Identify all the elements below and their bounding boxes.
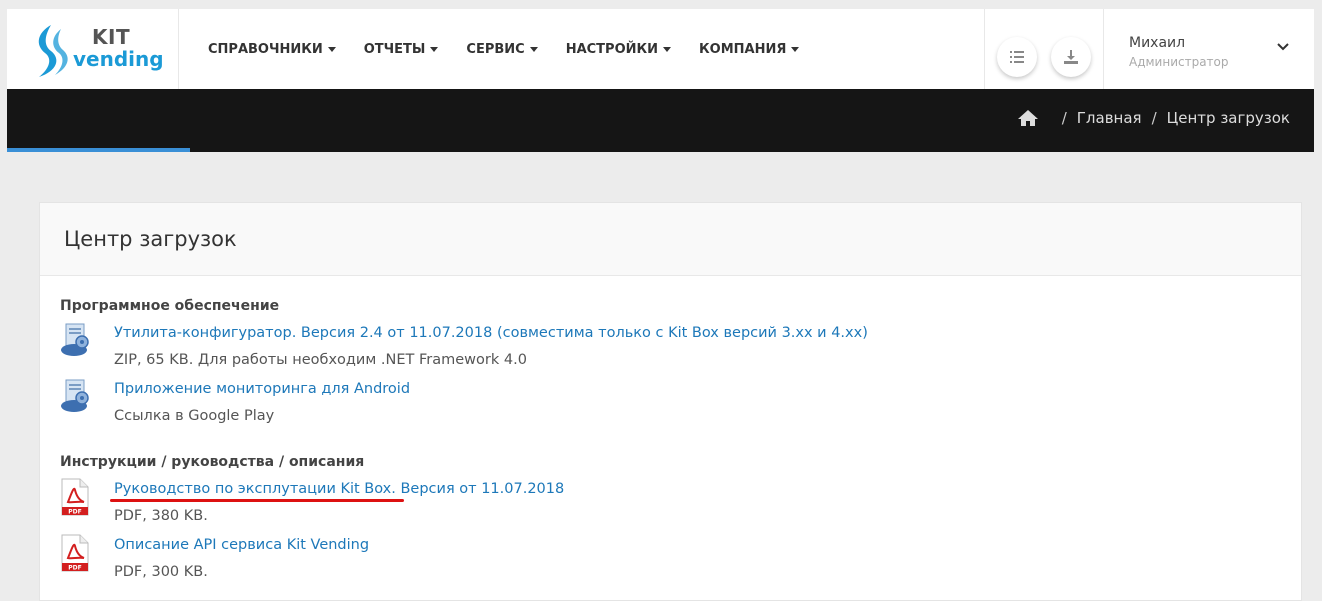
nav-label: СЕРВИС bbox=[466, 41, 525, 57]
user-name[interactable]: Михаил bbox=[1129, 35, 1185, 51]
item-description: PDF, 300 KB. bbox=[114, 564, 208, 580]
download-link[interactable]: Описание API сервиса Kit Vending bbox=[114, 535, 369, 555]
nav-label: КОМПАНИЯ bbox=[699, 41, 787, 57]
list-item: Приложение мониторинга для Android Ссылк… bbox=[60, 378, 1301, 434]
card-header: Центр загрузок bbox=[40, 203, 1301, 276]
list-icon bbox=[1010, 51, 1024, 63]
breadcrumb-separator: / bbox=[1151, 109, 1157, 127]
pdf-icon: PDF bbox=[61, 534, 89, 572]
download-link[interactable]: Руководство по эксплутации Kit Box. Верс… bbox=[114, 479, 564, 499]
breadcrumb: / Главная / Центр загрузок bbox=[1017, 109, 1290, 127]
download-link[interactable]: Утилита-конфигуратор. Версия 2.4 от 11.0… bbox=[114, 323, 868, 343]
breadcrumb-separator: / bbox=[1061, 109, 1067, 127]
section-software: Программное обеспечение Утилита-конфигур… bbox=[60, 298, 1301, 434]
main-menu: СПРАВОЧНИКИ ОТЧЕТЫ СЕРВИС НАСТРОЙКИ КОМП… bbox=[208, 9, 827, 89]
list-item: PDF Руководство по эксплутации Kit Box. … bbox=[60, 478, 1301, 534]
caret-down-icon bbox=[430, 46, 439, 52]
item-description: ZIP, 65 KB. Для работы необходим .NET Fr… bbox=[114, 352, 527, 368]
nav-label: ОТЧЕТЫ bbox=[363, 41, 426, 57]
setup-icon bbox=[61, 323, 89, 356]
breadcrumb-bar: / Главная / Центр загрузок bbox=[7, 89, 1314, 152]
breadcrumb-current: Центр загрузок bbox=[1166, 109, 1290, 127]
nav-directories[interactable]: СПРАВОЧНИКИ bbox=[208, 42, 336, 57]
active-indicator bbox=[7, 148, 190, 152]
logo[interactable]: KIT vending bbox=[29, 21, 169, 81]
page-title: Центр загрузок bbox=[64, 227, 237, 251]
section-title: Инструкции / руководства / описания bbox=[60, 454, 365, 470]
annotation-underline bbox=[110, 499, 404, 502]
breadcrumb-home[interactable]: Главная bbox=[1077, 109, 1142, 127]
list-item: Утилита-конфигуратор. Версия 2.4 от 11.0… bbox=[60, 322, 1301, 378]
section-title: Программное обеспечение bbox=[60, 298, 280, 314]
section-manuals: Инструкции / руководства / описания PDF … bbox=[60, 454, 1301, 590]
svg-text:PDF: PDF bbox=[68, 565, 81, 572]
logo-swirl-icon bbox=[38, 25, 68, 77]
divider bbox=[178, 9, 179, 89]
download-link[interactable]: Приложение мониторинга для Android bbox=[114, 379, 410, 399]
download-icon bbox=[1064, 50, 1078, 64]
chevron-down-icon bbox=[1277, 43, 1289, 51]
caret-down-icon bbox=[791, 46, 800, 52]
nav-label: СПРАВОЧНИКИ bbox=[208, 41, 323, 57]
item-description: PDF, 380 KB. bbox=[114, 508, 208, 524]
card-body: Программное обеспечение Утилита-конфигур… bbox=[40, 276, 1301, 590]
nav-reports[interactable]: ОТЧЕТЫ bbox=[364, 42, 439, 57]
user-role: Администратор bbox=[1129, 55, 1229, 69]
list-button[interactable] bbox=[997, 37, 1037, 77]
user-menu-chevron[interactable] bbox=[1277, 39, 1289, 55]
logo-vending-text: vending bbox=[73, 47, 164, 71]
home-icon[interactable] bbox=[1017, 109, 1038, 127]
nav-settings[interactable]: НАСТРОЙКИ bbox=[565, 41, 672, 57]
caret-down-icon bbox=[663, 46, 672, 52]
top-navbar: KIT vending СПРАВОЧНИКИ ОТЧЕТЫ СЕРВИС НА… bbox=[7, 9, 1314, 89]
setup-icon bbox=[61, 379, 89, 412]
divider bbox=[1103, 9, 1104, 89]
downloads-button[interactable] bbox=[1051, 37, 1091, 77]
list-item: PDF Описание API сервиса Kit Vending PDF… bbox=[60, 534, 1301, 590]
pdf-icon: PDF bbox=[61, 478, 89, 516]
nav-company[interactable]: КОМПАНИЯ bbox=[699, 41, 800, 57]
logo-kit-text: KIT bbox=[92, 25, 131, 49]
nav-service[interactable]: СЕРВИС bbox=[466, 41, 538, 57]
nav-label: НАСТРОЙКИ bbox=[565, 41, 659, 57]
downloads-card: Центр загрузок Программное обеспечение У… bbox=[39, 202, 1302, 601]
svg-text:PDF: PDF bbox=[68, 509, 81, 516]
caret-down-icon bbox=[327, 46, 336, 52]
caret-down-icon bbox=[529, 46, 538, 52]
item-description: Ссылка в Google Play bbox=[114, 408, 275, 424]
divider bbox=[984, 9, 985, 89]
